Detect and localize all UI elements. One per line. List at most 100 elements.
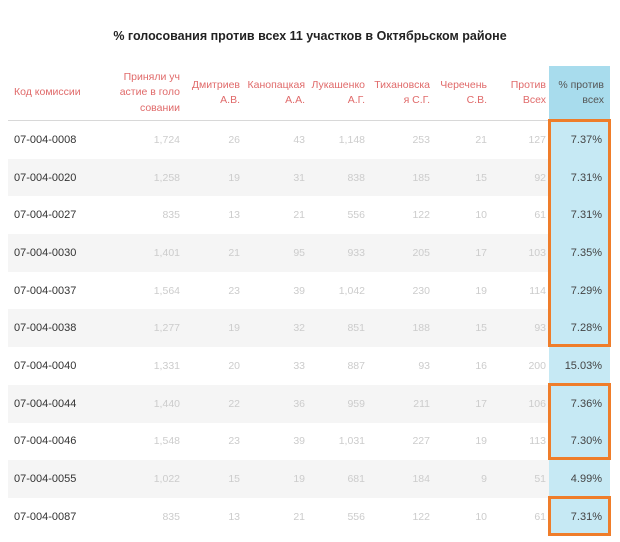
- cell-dmitriev: 21: [228, 246, 240, 259]
- table-row: 07-004-0027 835 13 21 556 122 10 61 7.31%: [8, 196, 610, 235]
- header-lukashenko[interactable]: Лукашенко А.Г.: [308, 66, 368, 120]
- cell-tikhanovskaya: 184: [412, 473, 430, 486]
- table-row: 07-004-0087 835 13 21 556 122 10 61 7.31%: [8, 497, 610, 536]
- page-title: % голосования против всех 11 участков в …: [113, 29, 507, 43]
- header-cherechen[interactable]: Черечень С.В.: [433, 66, 490, 120]
- cell-dmitriev: 22: [228, 397, 240, 410]
- cell-kanopatskaya: 32: [293, 322, 305, 335]
- cell-kanopatskaya: 31: [293, 171, 305, 184]
- table-row: 07-004-0020 1,258 19 31 838 185 15 92 7.31%: [8, 158, 610, 197]
- table-row: 07-004-0046 1,548 23 39 1,031 227 19 113 7.30%: [8, 422, 610, 461]
- cell-dmitriev: 23: [228, 284, 240, 297]
- header-code[interactable]: Код комиссии: [8, 66, 118, 120]
- cell-lukashenko: 933: [347, 246, 365, 259]
- table-row: 07-004-0030 1,401 21 95 933 205 17 103 7.35%: [8, 234, 610, 272]
- cell-lukashenko: 887: [347, 359, 365, 372]
- cell-cherechen: 10: [475, 209, 487, 222]
- cell-voted: 1,331: [153, 359, 180, 372]
- cell-kanopatskaya: 43: [293, 133, 305, 146]
- cell-code: 07-004-0040: [14, 359, 77, 372]
- cell-lukashenko: 681: [347, 473, 365, 486]
- cell-cherechen: 10: [475, 510, 487, 523]
- cell-tikhanovskaya: 253: [412, 133, 430, 146]
- cell-voted: 1,440: [153, 397, 180, 410]
- cell-code: 07-004-0038: [14, 322, 77, 335]
- header-dmitriev[interactable]: Дмитриев А.В.: [183, 66, 243, 120]
- table-header: Код комиссии Приняли уч астие в голо совани…: [8, 66, 610, 121]
- header-tikhanovskaya[interactable]: Тихановска я С.Г.: [368, 66, 433, 120]
- cell-lukashenko: 1,042: [338, 284, 365, 297]
- cell-against: 127: [528, 133, 546, 146]
- cell-pct: 7.31%: [549, 196, 610, 235]
- cell-tikhanovskaya: 188: [412, 322, 430, 335]
- cell-voted: 1,277: [153, 322, 180, 335]
- cell-pct: 4.99%: [549, 460, 610, 498]
- cell-pct: 7.35%: [549, 234, 610, 272]
- cell-tikhanovskaya: 211: [413, 397, 430, 410]
- cell-voted: 835: [162, 209, 180, 222]
- cell-voted: 1,548: [153, 435, 180, 448]
- cell-code: 07-004-0044: [14, 397, 77, 410]
- cell-kanopatskaya: 33: [293, 359, 305, 372]
- cell-cherechen: 17: [475, 397, 487, 410]
- cell-code: 07-004-0020: [14, 171, 77, 184]
- cell-lukashenko: 838: [347, 171, 365, 184]
- cell-pct: 7.28%: [549, 309, 610, 348]
- cell-cherechen: 9: [481, 473, 487, 486]
- cell-against: 106: [528, 397, 546, 410]
- cell-voted: 1,022: [153, 473, 180, 486]
- cell-kanopatskaya: 21: [293, 209, 305, 222]
- cell-lukashenko: 959: [347, 397, 365, 410]
- cell-voted: 1,724: [153, 133, 180, 146]
- cell-code: 07-004-0087: [14, 510, 77, 523]
- cell-pct: 7.30%: [549, 422, 610, 461]
- cell-voted: 835: [162, 510, 180, 523]
- cell-voted: 1,258: [153, 171, 180, 184]
- cell-kanopatskaya: 21: [293, 510, 305, 523]
- cell-against: 51: [534, 473, 546, 486]
- cell-pct: 7.31%: [549, 158, 610, 197]
- results-table: Код комиссии Приняли уч астие в голо совани…: [8, 66, 610, 536]
- cell-against: 61: [534, 510, 546, 523]
- cell-cherechen: 16: [475, 359, 487, 372]
- cell-pct: 7.37%: [549, 121, 610, 159]
- header-kanopatskaya[interactable]: Канопацкая А.А.: [243, 66, 308, 120]
- cell-code: 07-004-0030: [14, 246, 77, 259]
- cell-against: 92: [534, 171, 546, 184]
- cell-pct: 7.36%: [549, 384, 610, 423]
- cell-lukashenko: 556: [347, 209, 365, 222]
- cell-voted: 1,401: [153, 246, 180, 259]
- header-pct-against[interactable]: % против всех: [549, 66, 610, 120]
- cell-tikhanovskaya: 230: [412, 284, 430, 297]
- table-row: 07-004-0037 1,564 23 39 1,042 230 19 114 7.29%: [8, 271, 610, 310]
- cell-cherechen: 15: [475, 322, 487, 335]
- cell-tikhanovskaya: 93: [418, 359, 430, 372]
- cell-lukashenko: 1,148: [338, 133, 365, 146]
- header-against[interactable]: Против Всех: [490, 66, 549, 120]
- cell-against: 61: [534, 209, 546, 222]
- cell-against: 200: [528, 359, 546, 372]
- cell-pct: 7.29%: [549, 271, 610, 310]
- cell-pct: 15.03%: [549, 347, 610, 385]
- cell-tikhanovskaya: 185: [412, 171, 430, 184]
- cell-dmitriev: 19: [228, 171, 240, 184]
- cell-dmitriev: 26: [228, 133, 240, 146]
- cell-kanopatskaya: 39: [293, 435, 305, 448]
- table-row: 07-004-0008 1,724 26 43 1,148 253 21 127 7.37%: [8, 121, 610, 159]
- cell-cherechen: 19: [475, 435, 487, 448]
- cell-dmitriev: 19: [228, 322, 240, 335]
- cell-lukashenko: 556: [347, 510, 365, 523]
- table-row: 07-004-0038 1,277 19 32 851 188 15 93 7.28%: [8, 309, 610, 348]
- cell-dmitriev: 13: [228, 510, 240, 523]
- cell-code: 07-004-0008: [14, 133, 77, 146]
- cell-tikhanovskaya: 122: [412, 510, 430, 523]
- cell-pct: 7.31%: [549, 497, 610, 536]
- cell-kanopatskaya: 19: [293, 473, 305, 486]
- cell-lukashenko: 851: [347, 322, 365, 335]
- cell-cherechen: 21: [475, 133, 487, 146]
- header-voted[interactable]: Приняли уч астие в голо совании: [118, 66, 183, 120]
- cell-cherechen: 19: [475, 284, 487, 297]
- cell-dmitriev: 15: [228, 473, 240, 486]
- cell-kanopatskaya: 95: [293, 246, 305, 259]
- cell-against: 103: [528, 246, 546, 259]
